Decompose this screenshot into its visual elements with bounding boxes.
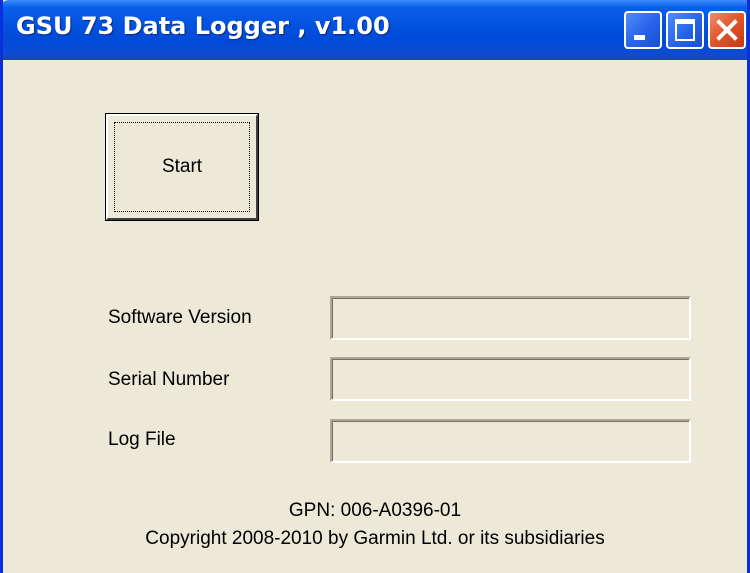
- serial-number-field: [330, 357, 691, 401]
- software-version-label: Software Version: [108, 307, 252, 328]
- gpn-text: GPN: 006-A0396-01: [288, 500, 462, 521]
- minimize-button[interactable]: [624, 11, 662, 49]
- focus-rectangle: Start: [114, 122, 250, 212]
- start-button[interactable]: Start: [105, 113, 259, 221]
- maximize-button[interactable]: [666, 11, 704, 49]
- close-button[interactable]: [708, 11, 746, 49]
- start-button-label: Start: [161, 156, 203, 177]
- software-version-field: [330, 296, 691, 340]
- window-title: GSU 73 Data Logger , v1.00: [16, 12, 390, 40]
- copyright-text: Copyright 2008-2010 by Garmin Ltd. or it…: [145, 528, 605, 549]
- log-file-field: [330, 419, 691, 463]
- app-window: GSU 73 Data Logger , v1.00 Start Softwar…: [0, 0, 750, 573]
- close-icon: [716, 19, 738, 41]
- maximize-icon: [675, 19, 695, 41]
- minimize-icon: [634, 35, 645, 40]
- serial-number-label: Serial Number: [108, 369, 230, 390]
- log-file-label: Log File: [108, 429, 176, 450]
- title-bar[interactable]: GSU 73 Data Logger , v1.00: [3, 0, 747, 60]
